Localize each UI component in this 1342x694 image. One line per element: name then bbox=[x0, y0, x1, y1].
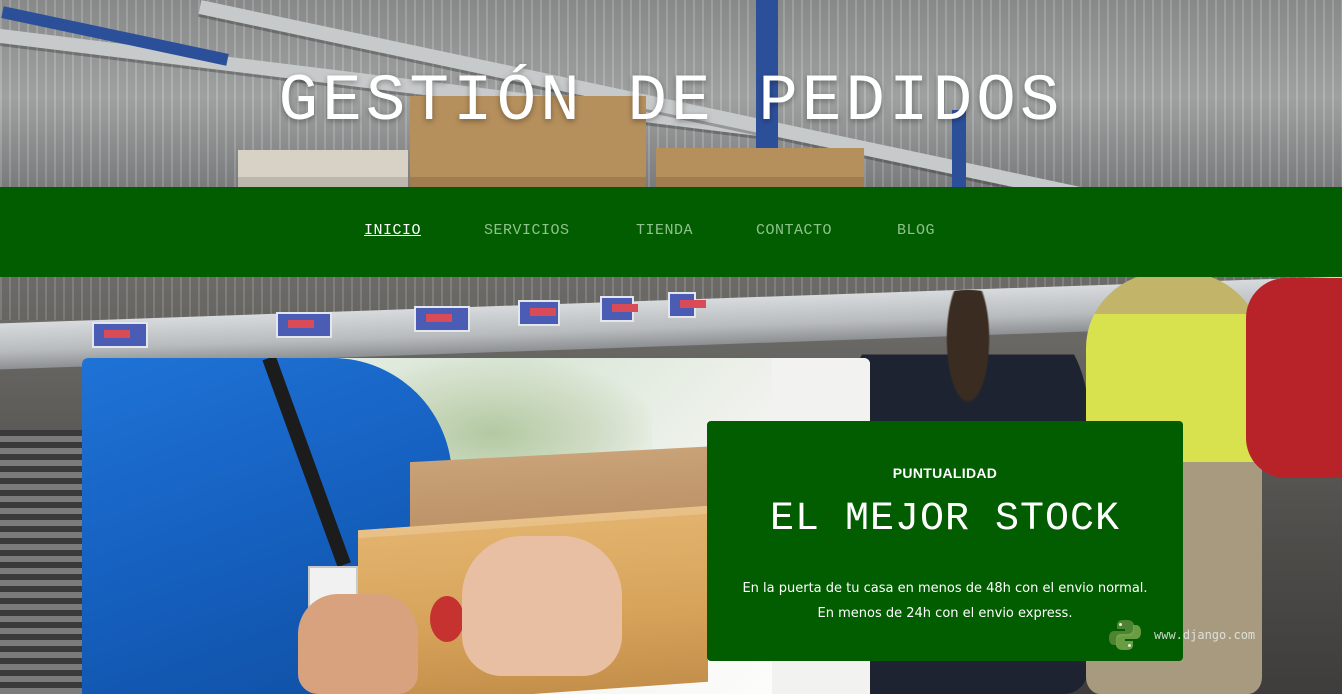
conveyor-rollers bbox=[0, 430, 90, 694]
site-title: GESTIÓN DE PEDIDOS bbox=[278, 64, 1064, 139]
hand bbox=[462, 536, 622, 676]
card-text: En la puerta de tu casa en menos de 48h … bbox=[742, 581, 1148, 596]
nav-link-tienda[interactable]: TIENDA bbox=[636, 222, 693, 239]
hand bbox=[298, 594, 418, 694]
shelf-label bbox=[668, 292, 706, 318]
shelf-label bbox=[414, 306, 470, 332]
django-watermark: www.django.com bbox=[1108, 618, 1255, 652]
card-heading: EL MEJOR STOCK bbox=[769, 497, 1121, 542]
shelf-label bbox=[276, 312, 332, 338]
parcel-sticker bbox=[430, 596, 464, 642]
python-logo-icon bbox=[1109, 620, 1141, 650]
card-kicker: PUNTUALIDAD bbox=[892, 465, 998, 481]
cardboard-box bbox=[656, 148, 864, 187]
shelf-label bbox=[92, 322, 148, 348]
nav-list: INICIO SERVICIOS TIENDA CONTACTO BLOG bbox=[0, 187, 1342, 277]
django-url: www.django.com bbox=[1154, 628, 1256, 642]
paper-stack bbox=[238, 150, 408, 187]
nav-link-contacto[interactable]: CONTACTO bbox=[756, 222, 832, 239]
nav-link-servicios[interactable]: SERVICIOS bbox=[484, 222, 570, 239]
nav-link-inicio[interactable]: INICIO bbox=[364, 222, 421, 239]
main-navigation: INICIO SERVICIOS TIENDA CONTACTO BLOG bbox=[0, 187, 1342, 277]
shelf-label bbox=[518, 300, 560, 326]
wrapping-machine bbox=[1246, 278, 1342, 478]
shelf-label bbox=[600, 296, 638, 322]
nav-link-blog[interactable]: BLOG bbox=[897, 222, 935, 239]
